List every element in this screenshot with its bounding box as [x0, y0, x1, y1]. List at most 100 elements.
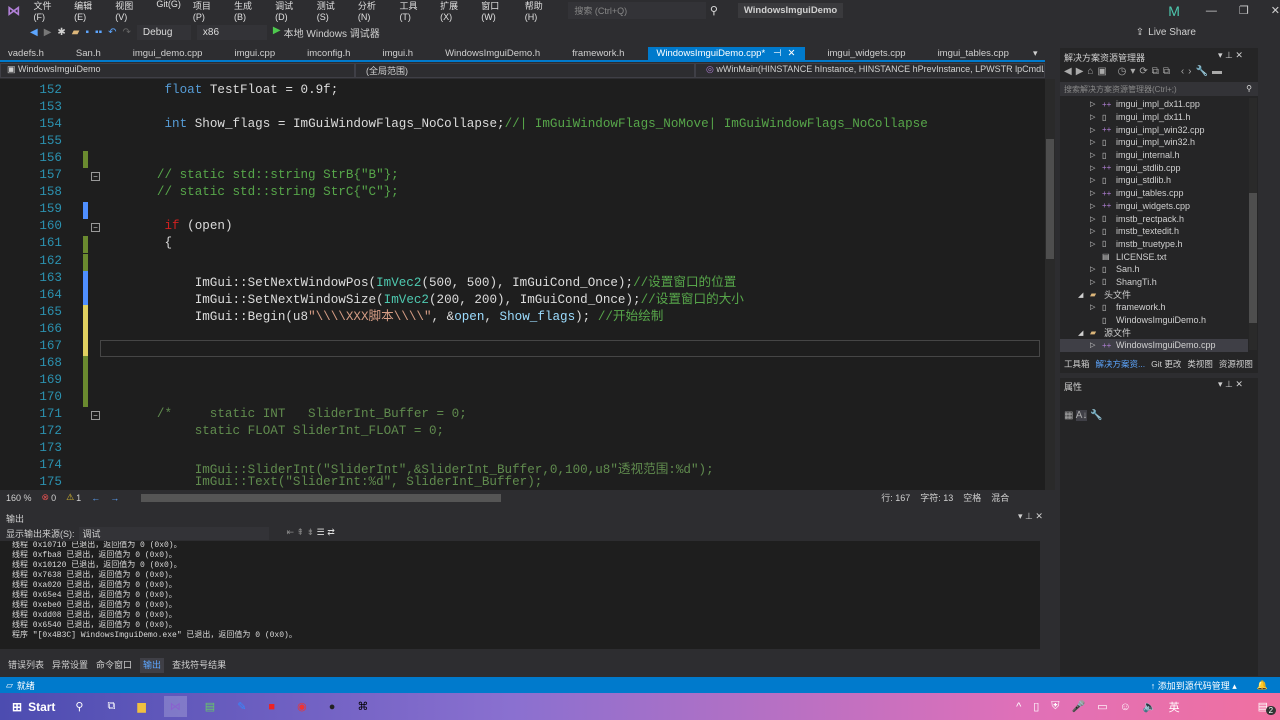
expand-icon[interactable]: ▷	[1090, 202, 1102, 210]
bottom-tab[interactable]: 查找符号结果	[172, 658, 226, 673]
search-icon[interactable]: ⚲	[1246, 84, 1252, 93]
scroll-thumb[interactable]	[1046, 139, 1054, 259]
solution-tab[interactable]: Git 更改	[1151, 358, 1181, 370]
tree-item[interactable]: ▷ ▯ imstb_textedit.h	[1060, 225, 1248, 238]
tree-item[interactable]: ▷ ▯ imstb_truetype.h	[1060, 238, 1248, 251]
fold-toggle-icon[interactable]: −	[91, 172, 100, 182]
zoom-level[interactable]: 160 %	[6, 493, 32, 503]
editor-tab[interactable]: imgui_widgets.cpp	[819, 47, 915, 60]
menu-item[interactable]: 窗口(W)	[475, 0, 519, 22]
menu-item[interactable]: 扩展(X)	[434, 0, 475, 22]
error-icon[interactable]: ⊗	[42, 492, 50, 503]
output-source-dropdown[interactable]: 调试	[78, 527, 269, 540]
expand-icon[interactable]: ◢	[1078, 329, 1090, 337]
panel-controls[interactable]: ▾ ⊥ ✕	[1218, 379, 1243, 390]
editor-tab[interactable]: imconfig.h	[299, 47, 360, 60]
tree-item[interactable]: ▷ ▯ framework.h	[1060, 301, 1248, 314]
editor-tab[interactable]: San.h	[68, 47, 111, 60]
bottom-tab[interactable]: 输出	[140, 658, 165, 673]
tree-item[interactable]: ◢ ▰ 源文件	[1060, 326, 1248, 339]
minimize-button[interactable]: —	[1206, 5, 1217, 17]
menu-item[interactable]: Git(G)	[150, 0, 187, 22]
expand-icon[interactable]: ▷	[1090, 176, 1102, 184]
tree-item[interactable]: ▷ ++ imgui_widgets.cpp	[1060, 200, 1248, 213]
tree-item[interactable]: ▷ ▯ imgui_internal.h	[1060, 149, 1248, 162]
expand-icon[interactable]: ▷	[1090, 100, 1102, 108]
solution-tab[interactable]: 类视图	[1187, 358, 1213, 370]
expand-icon[interactable]: ▷	[1090, 126, 1102, 134]
expand-icon[interactable]: ◢	[1078, 291, 1090, 299]
editor-tab[interactable]: WindowsImguiDemo.h	[437, 47, 550, 60]
live-share-button[interactable]: ⇪ Live Share	[1136, 27, 1196, 38]
expand-icon[interactable]: ▷	[1090, 240, 1102, 248]
horizontal-scrollbar[interactable]	[141, 493, 502, 502]
code-editor[interactable]: 152 float TestFloat = 0.9f; 153 154 int Sh…	[0, 79, 1045, 490]
tree-item[interactable]: ▷ ▯ ShangTi.h	[1060, 276, 1248, 289]
member-dropdown[interactable]: ◎ wWinMain(HINSTANCE hInstance, HINSTANC…	[695, 63, 1045, 78]
back-icon[interactable]: ◀	[30, 27, 38, 38]
expand-icon[interactable]: ▷	[1090, 265, 1102, 273]
menu-item[interactable]: 测试(S)	[311, 0, 352, 22]
editor-vertical-scrollbar[interactable]	[1045, 79, 1055, 490]
chrome-icon[interactable]: ◉	[297, 700, 307, 713]
task-view-icon[interactable]: ⧉	[107, 700, 115, 713]
expand-icon[interactable]: ▷	[1090, 341, 1102, 349]
expand-icon[interactable]: ▷	[1090, 278, 1102, 286]
bottom-tab[interactable]: 错误列表	[8, 658, 44, 673]
forward-icon[interactable]: ▶	[44, 27, 52, 38]
bottom-tab[interactable]: 命令窗口	[96, 658, 132, 673]
tree-item[interactable]: ▤ LICENSE.txt	[1060, 250, 1248, 263]
menu-item[interactable]: 调试(D)	[269, 0, 311, 22]
tree-item[interactable]: ▷ ++ imgui_tables.cpp	[1060, 187, 1248, 200]
editor-tab[interactable]: vadefs.h	[0, 47, 54, 60]
menu-item[interactable]: 帮助(H)	[519, 0, 561, 22]
expand-icon[interactable]: ▷	[1090, 151, 1102, 159]
visual-studio-taskbar-icon[interactable]: ⋈	[163, 696, 187, 717]
search-icon[interactable]: ⚲	[710, 4, 718, 17]
scope-dropdown[interactable]: (全局范围)	[355, 63, 695, 78]
expand-icon[interactable]: ▷	[1090, 189, 1102, 197]
properties-toolbar[interactable]: ▦ A↓ 🔧	[1064, 410, 1103, 421]
editor-tab[interactable]: imgui_demo.cpp	[125, 47, 213, 60]
indent-status[interactable]: 空格	[963, 491, 981, 504]
solution-tab[interactable]: 资源视图	[1219, 358, 1253, 370]
capcut-icon[interactable]: ⌘	[357, 700, 368, 713]
close-tab-icon[interactable]: ✕	[787, 48, 795, 59]
tree-item[interactable]: ▷ ▯ imgui_stdlib.h	[1060, 174, 1248, 187]
tree-item[interactable]: ▷ ++ imgui_impl_dx11.cpp	[1060, 98, 1248, 111]
solution-scrollbar[interactable]	[1249, 98, 1257, 350]
notepad-icon[interactable]: ▤	[205, 700, 215, 713]
search-input[interactable]: 搜索 (Ctrl+Q)	[568, 2, 706, 19]
warning-icon[interactable]: ⚠	[66, 492, 74, 503]
bottom-tab[interactable]: 异常设置	[52, 658, 88, 673]
config-dropdown[interactable]: Debug	[136, 24, 191, 40]
tree-item[interactable]: ▷ ++ WindowsImguiDemo.cpp	[1060, 339, 1248, 352]
user-avatar[interactable]: M	[1168, 3, 1180, 19]
menu-item[interactable]: 分析(N)	[352, 0, 394, 22]
nav-back-icon[interactable]: ←	[91, 493, 100, 503]
expand-icon[interactable]: ▷	[1090, 303, 1102, 311]
tree-item[interactable]: ◢ ▰ 头文件	[1060, 288, 1248, 301]
restore-button[interactable]: ❐	[1239, 4, 1249, 17]
menu-item[interactable]: 视图(V)	[109, 0, 150, 22]
close-button[interactable]: ✕	[1271, 4, 1280, 17]
menu-item[interactable]: 生成(B)	[228, 0, 269, 22]
expand-icon[interactable]: ▷	[1090, 113, 1102, 121]
save-all-icon[interactable]: ▪▪	[95, 27, 102, 38]
solution-toolbar[interactable]: ◀▶⌂▣ ◷▾⟳⧉⧉ ‹›🔧▬	[1064, 66, 1226, 77]
undo-icon[interactable]: ↶	[108, 27, 116, 38]
tree-item[interactable]: ▷ ▯ imstb_rectpack.h	[1060, 212, 1248, 225]
tree-item[interactable]: ▯ WindowsImguiDemo.h	[1060, 314, 1248, 327]
nav-forward-icon[interactable]: →	[110, 493, 119, 503]
tree-item[interactable]: ▷ ▯ imgui_impl_win32.h	[1060, 136, 1248, 149]
redo-icon[interactable]: ↷	[123, 27, 131, 38]
tree-item[interactable]: ▷ ▯ imgui_impl_dx11.h	[1060, 111, 1248, 124]
menu-item[interactable]: 工具(T)	[393, 0, 434, 22]
expand-icon[interactable]: ▷	[1090, 164, 1102, 172]
fold-toggle-icon[interactable]: −	[91, 223, 100, 233]
pen-app-icon[interactable]: ✎	[237, 700, 246, 713]
action-center-icon[interactable]: ▤ 2	[1258, 700, 1277, 715]
ime-indicator[interactable]: 英	[1169, 699, 1180, 715]
notification-bell-icon[interactable]: 🔔	[1257, 680, 1268, 691]
taskbar-search-icon[interactable]: ⚲	[75, 700, 83, 713]
